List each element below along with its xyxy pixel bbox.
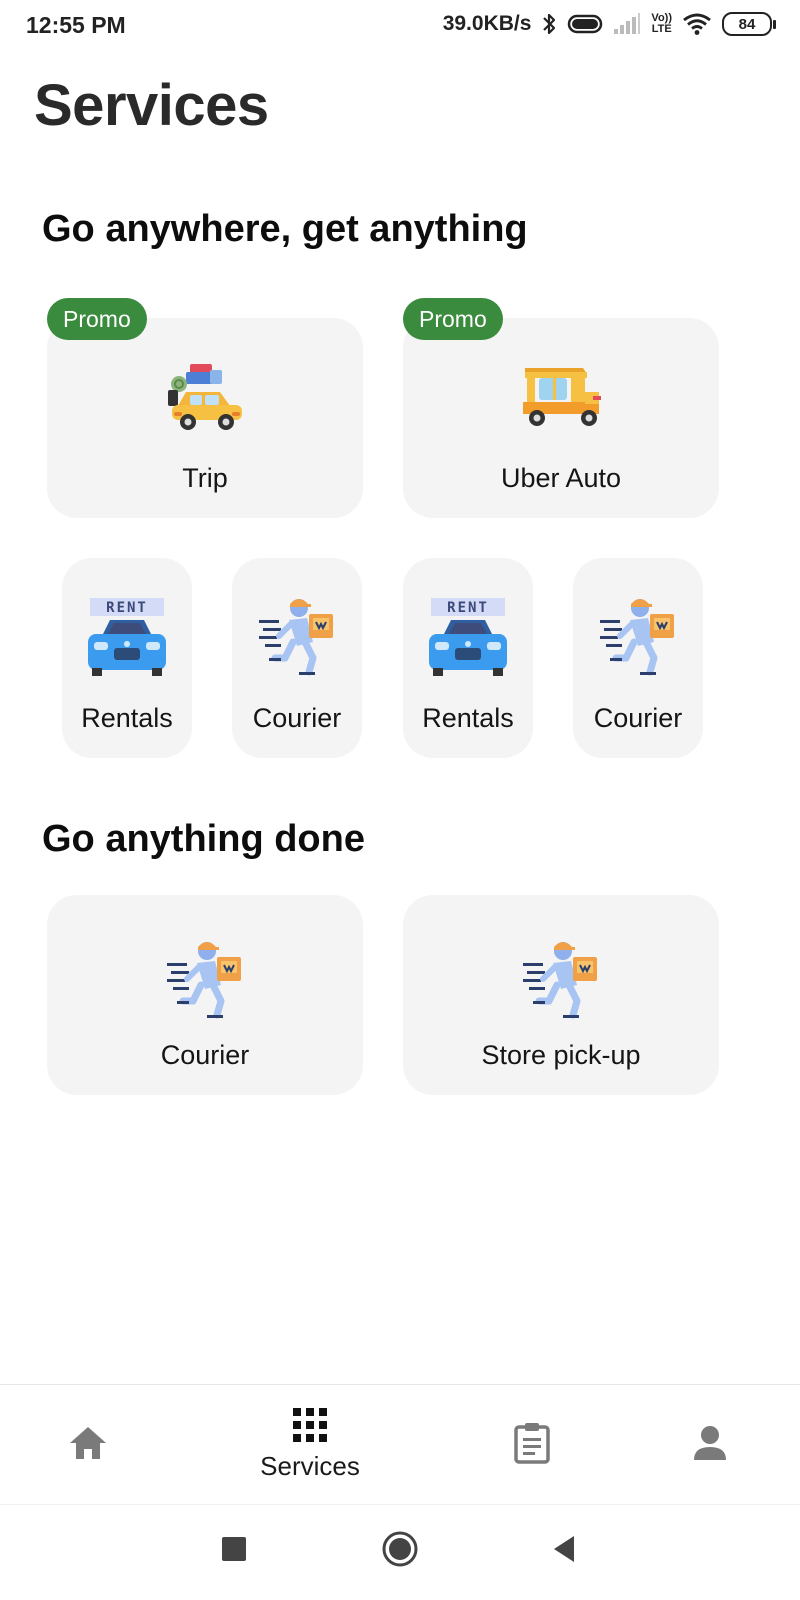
service-card-courier[interactable]: Courier bbox=[47, 895, 363, 1095]
auto-rickshaw-icon bbox=[519, 362, 603, 435]
status-time: 12:55 PM bbox=[26, 12, 126, 38]
service-card-label: Courier bbox=[593, 703, 683, 733]
volte-icon: Vo)) LTE bbox=[651, 13, 672, 35]
rent-sign-text: RENT bbox=[447, 600, 489, 616]
toggle-icon bbox=[567, 12, 603, 36]
service-card-store-pick-up[interactable]: Store pick-up bbox=[403, 895, 719, 1095]
network-speed: 39.0KB/s bbox=[442, 12, 532, 35]
service-card-courier[interactable]: Courier bbox=[232, 558, 362, 758]
section-title-go-anywhere: Go anywhere, get anything bbox=[42, 208, 528, 250]
back-triangle-icon bbox=[552, 1535, 576, 1568]
signal-icon bbox=[613, 13, 641, 35]
status-icons: 39.0KB/s Vo)) LTE 84 bbox=[442, 10, 776, 38]
back-button[interactable] bbox=[540, 1527, 588, 1575]
home-button[interactable] bbox=[376, 1527, 424, 1575]
square-icon bbox=[222, 1536, 246, 1566]
courier-icon bbox=[521, 939, 601, 1026]
service-card-rentals[interactable]: RENT Rentals bbox=[62, 558, 192, 758]
nav-label-services: Services bbox=[260, 1451, 360, 1481]
grid-icon bbox=[293, 1408, 327, 1447]
car-with-luggage-icon bbox=[164, 362, 246, 439]
promo-badge: Promo bbox=[47, 298, 147, 340]
bottom-nav: Services bbox=[0, 1384, 800, 1504]
volte-bottom-label: LTE bbox=[651, 23, 672, 35]
battery-level: 84 bbox=[738, 15, 756, 33]
service-card-label: Courier bbox=[160, 1040, 250, 1070]
rent-sign-text: RENT bbox=[106, 600, 148, 616]
nav-services[interactable]: Services bbox=[240, 1385, 380, 1505]
service-card-label: Rentals bbox=[81, 703, 173, 733]
rental-car-icon: RENT bbox=[86, 596, 168, 685]
service-card-trip[interactable]: Trip bbox=[47, 318, 363, 518]
service-card-courier[interactable]: Courier bbox=[573, 558, 703, 758]
system-nav-bar bbox=[0, 1504, 800, 1600]
bluetooth-icon bbox=[541, 12, 557, 36]
home-icon bbox=[68, 1425, 108, 1466]
service-card-label: Trip bbox=[182, 463, 228, 493]
service-card-uber-auto[interactable]: Uber Auto bbox=[403, 318, 719, 518]
clipboard-icon bbox=[513, 1422, 551, 1469]
service-card-label: Courier bbox=[252, 703, 342, 733]
person-icon bbox=[692, 1425, 728, 1466]
service-card-label: Uber Auto bbox=[500, 463, 622, 493]
wifi-icon bbox=[682, 12, 712, 36]
courier-icon bbox=[598, 596, 678, 683]
page-title: Services bbox=[34, 73, 269, 138]
nav-home[interactable] bbox=[48, 1385, 128, 1505]
service-card-label: Store pick-up bbox=[481, 1040, 641, 1070]
status-bar: 12:55 PM 39.0KB/s Vo)) LTE 84 bbox=[0, 0, 800, 48]
courier-icon bbox=[165, 939, 245, 1026]
service-card-rentals[interactable]: RENT Rentals bbox=[403, 558, 533, 758]
courier-icon bbox=[257, 596, 337, 683]
rental-car-icon: RENT bbox=[427, 596, 509, 685]
nav-account[interactable] bbox=[670, 1385, 750, 1505]
nav-activity[interactable] bbox=[492, 1385, 572, 1505]
recents-button[interactable] bbox=[210, 1527, 258, 1575]
service-card-label: Rentals bbox=[422, 703, 514, 733]
section-title-go-anything-done: Go anything done bbox=[42, 818, 365, 860]
battery-icon: 84 bbox=[722, 12, 776, 36]
promo-badge: Promo bbox=[403, 298, 503, 340]
circle-icon bbox=[381, 1530, 419, 1573]
